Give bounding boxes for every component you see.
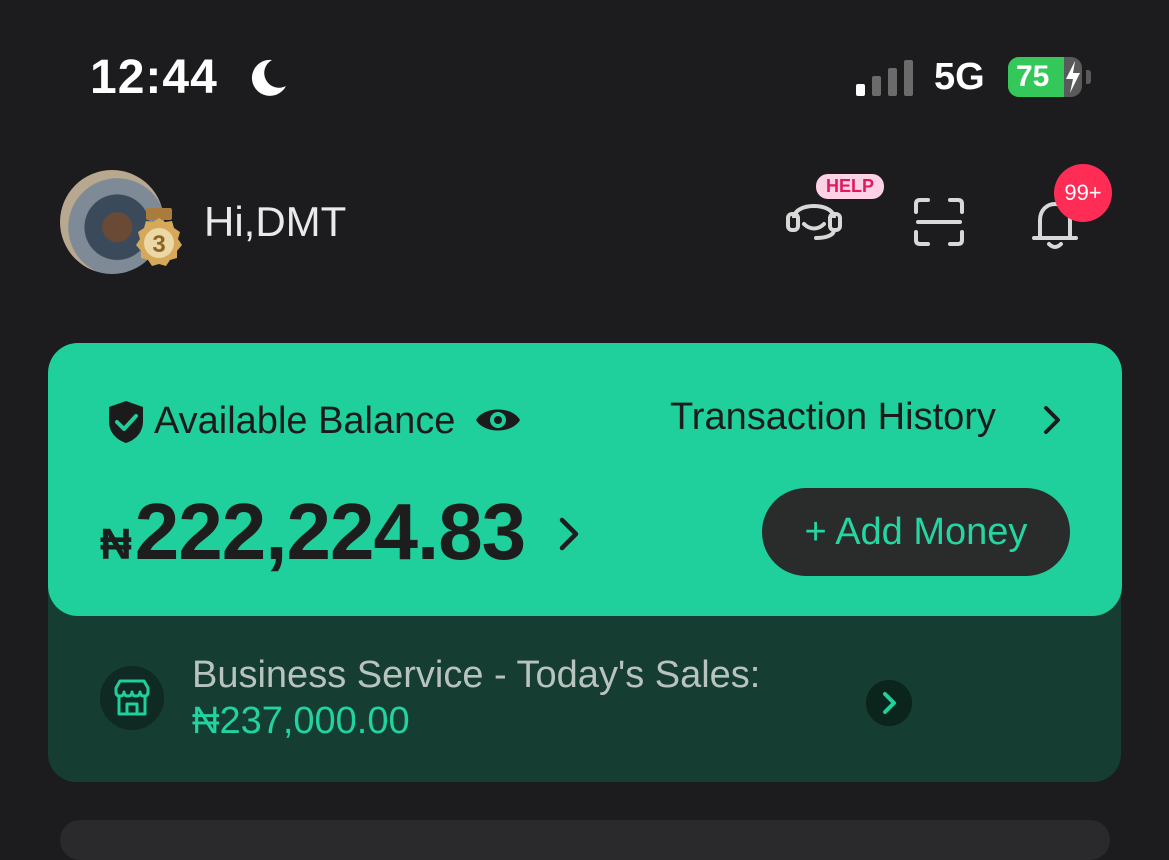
business-sales-amount: ₦237,000.00 xyxy=(192,700,410,742)
eye-icon[interactable] xyxy=(474,402,522,438)
network-type: 5G xyxy=(934,56,985,98)
available-balance-label: Available Balance xyxy=(154,400,456,442)
chevron-right-icon[interactable] xyxy=(556,512,584,556)
balance-amount[interactable]: ₦222,224.83 xyxy=(100,486,526,578)
help-badge[interactable]: HELP xyxy=(816,174,885,199)
store-icon xyxy=(100,666,164,730)
medal-level: 3 xyxy=(152,231,165,258)
status-bar: 12:44 5G 75 xyxy=(0,0,1169,150)
battery-percent: 75 xyxy=(1016,60,1050,93)
currency-symbol: ₦ xyxy=(100,520,132,569)
transaction-history-link[interactable]: Transaction History xyxy=(670,396,996,439)
status-time: 12:44 xyxy=(90,51,218,104)
business-sales-label: Business Service - Today's Sales: xyxy=(192,654,761,696)
add-money-button[interactable]: + Add Money xyxy=(762,488,1070,576)
medal-badge-icon: 3 xyxy=(136,208,182,266)
greeting: Hi,DMT xyxy=(204,198,347,245)
shield-check-icon xyxy=(109,401,143,443)
scan-icon[interactable] xyxy=(912,196,966,248)
notification-count-badge: 99+ xyxy=(1054,164,1112,222)
charging-bolt-icon xyxy=(1066,61,1080,93)
chevron-right-icon[interactable] xyxy=(1040,402,1064,438)
balance-value: 222,224.83 xyxy=(134,487,526,576)
moon-icon xyxy=(251,59,286,96)
battery-icon: 75 xyxy=(1008,57,1092,99)
chevron-right-circle-icon[interactable] xyxy=(866,680,912,726)
next-card-edge xyxy=(60,820,1110,860)
signal-icon xyxy=(856,60,913,96)
